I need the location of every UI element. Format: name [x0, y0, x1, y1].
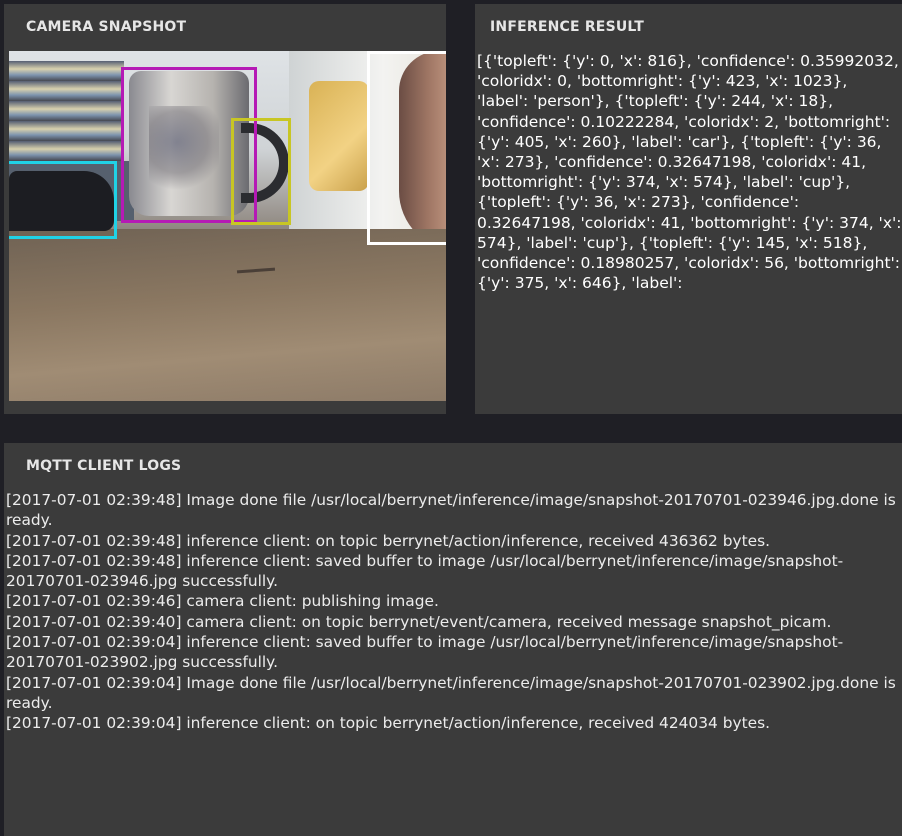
log-line: [2017-07-01 02:39:48] inference client: … — [6, 531, 770, 550]
logs-panel-title: MQTT CLIENT LOGS — [26, 458, 182, 474]
log-line: [2017-07-01 02:39:48] inference client: … — [6, 551, 844, 591]
log-line: [2017-07-01 02:39:04] Image done file /u… — [6, 673, 896, 712]
log-line: [2017-07-01 02:39:46] camera client: pub… — [6, 592, 439, 611]
bounding-box-cup-handle — [231, 118, 291, 225]
camera-panel-title: CAMERA SNAPSHOT — [26, 19, 187, 35]
log-line: [2017-07-01 02:39:04] inference client: … — [6, 633, 844, 672]
camera-snapshot-panel: CAMERA SNAPSHOT — [4, 4, 446, 414]
log-list: [2017-07-01 02:39:48] Image done file /u… — [6, 490, 900, 734]
inference-panel-title: INFERENCE RESULT — [490, 19, 644, 35]
log-line: [2017-07-01 02:39:48] Image done file /u… — [6, 491, 896, 530]
bounding-box-car — [9, 161, 117, 239]
mqtt-client-logs-panel: MQTT CLIENT LOGS [2017-07-01 02:39:48] I… — [4, 443, 902, 836]
camera-snapshot-image — [9, 51, 446, 401]
inference-result-text: [{'topleft': {'y': 0, 'x': 816}, 'confid… — [477, 52, 902, 293]
bounding-box-person — [367, 51, 446, 245]
inference-result-panel: INFERENCE RESULT [{'topleft': {'y': 0, '… — [475, 4, 902, 414]
log-line: [2017-07-01 02:39:04] inference client: … — [6, 714, 770, 733]
log-line: [2017-07-01 02:39:40] camera client: on … — [6, 612, 832, 631]
